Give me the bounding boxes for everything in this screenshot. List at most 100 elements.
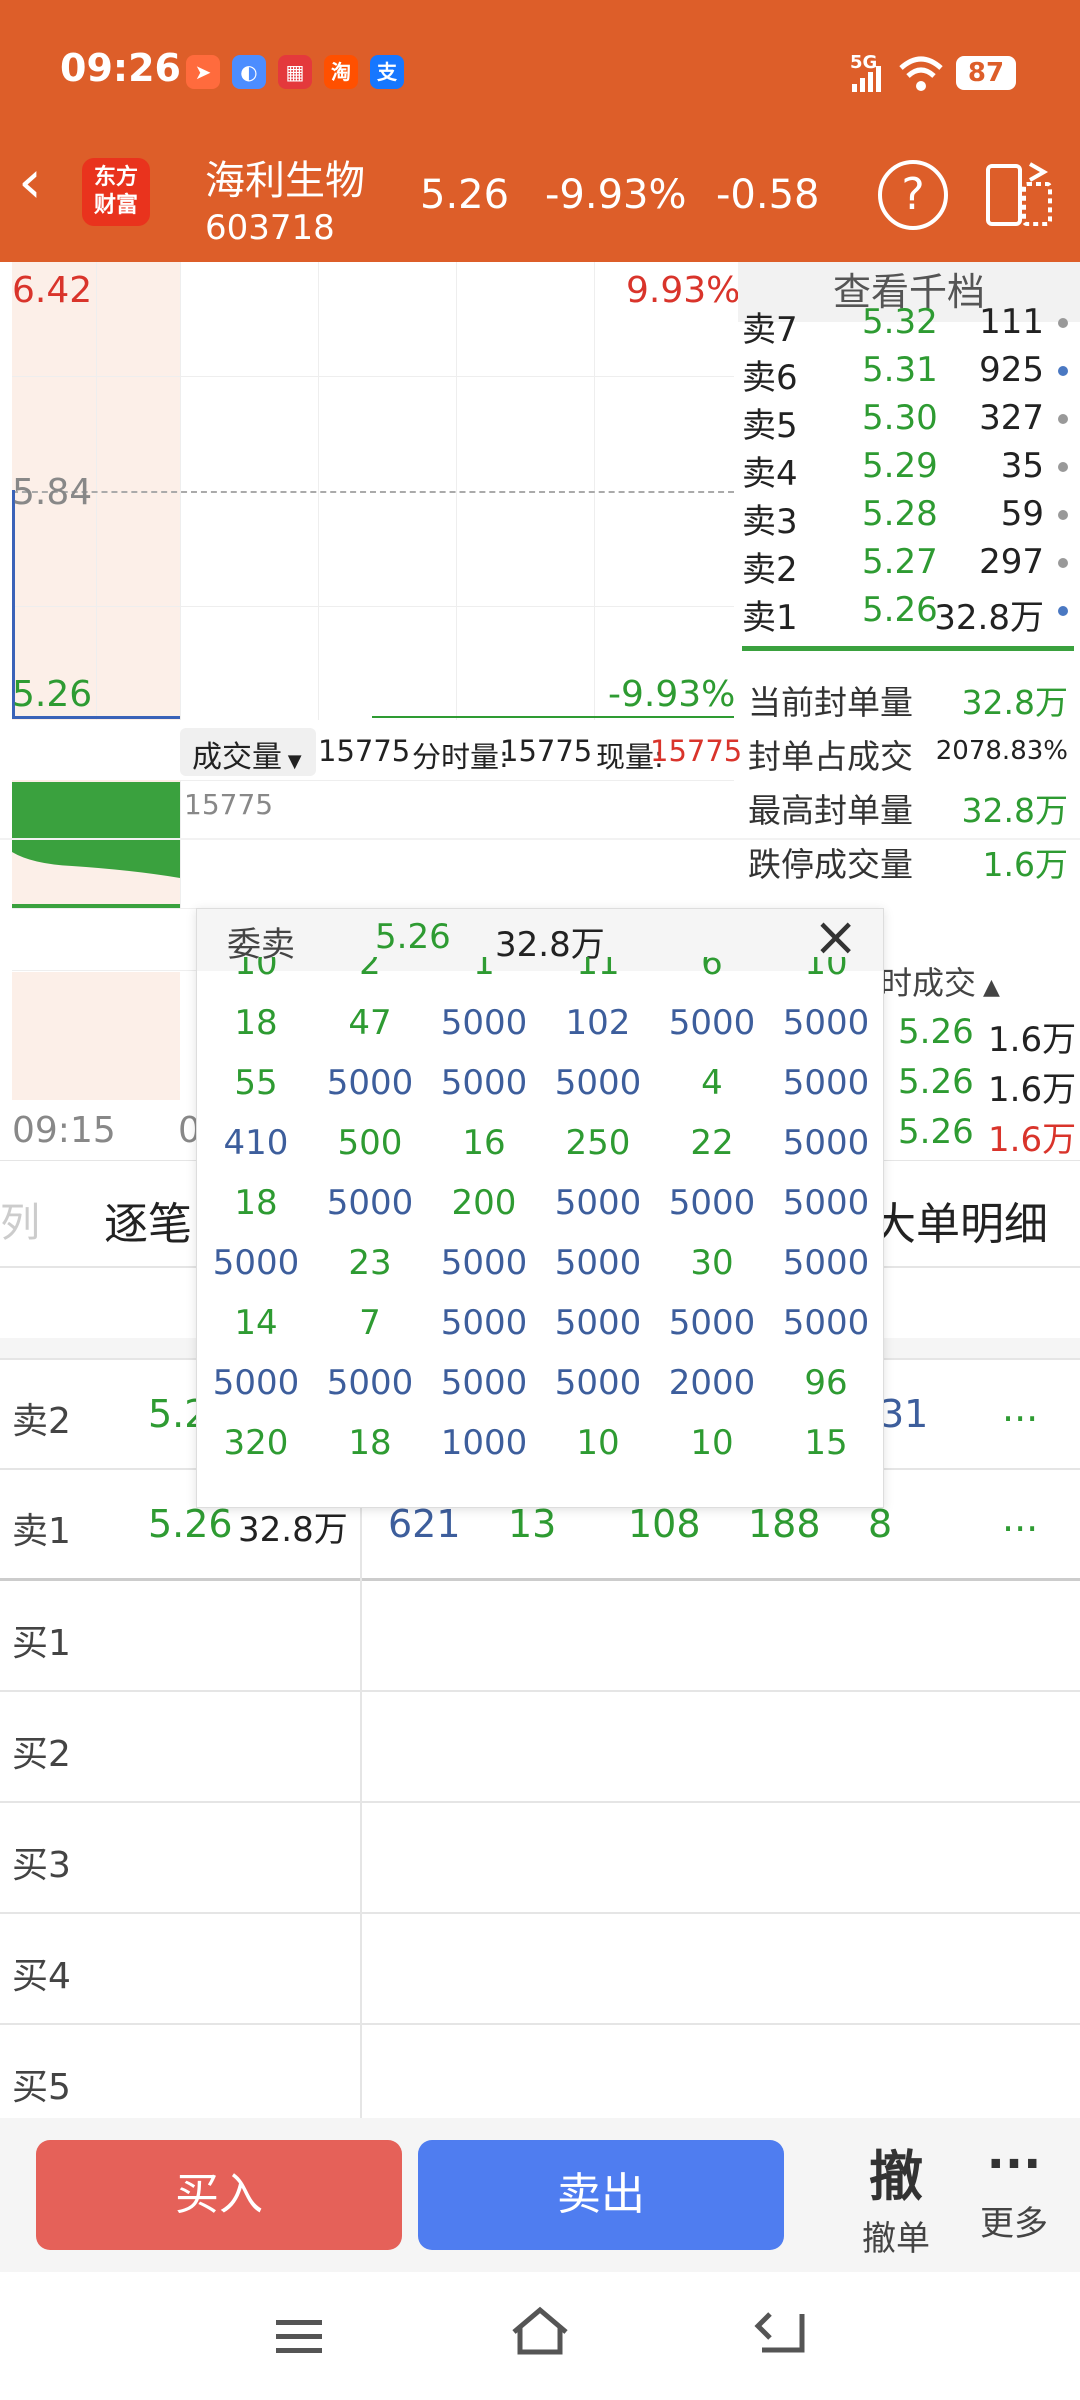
depth-sell2-more[interactable]: ... <box>1002 1386 1038 1430</box>
queue-order-cell: 11 <box>576 957 620 983</box>
order-cell: 188 <box>748 1502 821 1546</box>
menu-icon[interactable] <box>274 2316 324 2356</box>
signal-icon <box>852 66 881 92</box>
sell-level-price: 5.29 <box>862 446 938 486</box>
trade-price: 5.26 <box>898 1112 974 1152</box>
fenshi-label: 分时量: <box>412 740 509 774</box>
avg-line <box>372 716 734 718</box>
sell-level-price: 5.27 <box>862 542 938 582</box>
volume-selector[interactable]: 成交量 ▼ <box>180 728 316 776</box>
divider <box>0 1690 1080 1692</box>
depth-sell1-label: 卖1 <box>12 1511 71 1552</box>
stock-code: 603718 <box>205 208 335 248</box>
sell-row[interactable]: 卖4 5.29 35 <box>742 446 1072 494</box>
eastmoney-logo: 东方 财富 <box>82 158 150 226</box>
queue-order-cell: 23 <box>348 1243 392 1283</box>
queue-order-cell: 2000 <box>668 1363 756 1403</box>
sell-row[interactable]: 卖3 5.28 59 <box>742 494 1072 542</box>
status-dot-icon <box>1058 462 1068 472</box>
fenshi-value: 15775 <box>500 734 593 768</box>
queue-order-cell: 6 <box>701 957 723 983</box>
book-divider <box>742 646 1074 651</box>
seal-stat-value: 32.8万 <box>961 683 1068 722</box>
queue-order-cell: 22 <box>690 1123 734 1163</box>
seal-stat-label: 最高封单量 <box>748 791 913 830</box>
sell-row[interactable]: 卖6 5.31 925 <box>742 350 1072 398</box>
sell-level-label: 卖6 <box>742 358 798 398</box>
top-header: 09:26 ➤ ◐ ▦ 淘 支 5G 87 ‹ 东方 财富 海利生物 60371… <box>0 0 1080 262</box>
queue-order-cell: 5000 <box>554 1363 642 1403</box>
buy-level-label: 买5 <box>12 2067 71 2108</box>
sell-queue-popup: 委卖 5.26 32.8万 × 10 2 1 11 6 10 18 47 5000 102 5000… <box>196 908 884 1508</box>
seal-stat-row: 当前封单量 32.8万 <box>748 676 1068 722</box>
stock-name: 海利生物 <box>205 158 365 204</box>
queue-order-cell: 5000 <box>782 1243 870 1283</box>
buy-button[interactable]: 买入 <box>36 2140 402 2250</box>
trades-header-label: 时成交 <box>880 964 977 1002</box>
cancel-order-button[interactable]: 撤 撤单 <box>846 2132 946 2260</box>
queue-order-cell: 5000 <box>326 1183 414 1223</box>
taobao-icon: 淘 <box>324 55 358 89</box>
queue-order-cell: 5000 <box>440 1363 528 1403</box>
queue-order-cell: 16 <box>462 1123 506 1163</box>
queue-order-cell: 500 <box>337 1123 403 1163</box>
sell-level-price: 5.31 <box>862 350 938 390</box>
trade-price: 5.26 <box>898 1012 974 1052</box>
sell-level-price: 5.28 <box>862 494 938 534</box>
back-nav-icon[interactable] <box>754 2310 806 2356</box>
queue-order-cell: 30 <box>690 1243 734 1283</box>
logo-line1: 东方 <box>93 165 138 190</box>
sell-row[interactable]: 卖1 5.26 32.8万 <box>742 590 1072 638</box>
home-icon[interactable] <box>510 2306 570 2358</box>
status-dot-icon <box>1058 366 1068 376</box>
trades-header[interactable]: 时成交 ▲ <box>880 958 1000 1004</box>
order-cell: 108 <box>628 1502 701 1546</box>
queue-order-cell: 18 <box>234 1003 278 1043</box>
queue-order-cell: 5000 <box>668 1303 756 1343</box>
help-icon[interactable]: ? <box>878 160 948 230</box>
switch-orientation-icon[interactable] <box>984 160 1054 230</box>
status-dot-icon <box>1058 510 1068 520</box>
sell-level-label: 卖3 <box>742 502 798 542</box>
queue-order-cell: 18 <box>234 1183 278 1223</box>
more-button[interactable]: ··· 更多 <box>964 2132 1064 2245</box>
tab-dadan[interactable]: 大单明细 <box>872 1188 1048 1252</box>
status-dot-icon <box>1058 318 1068 328</box>
sell-level-label: 卖2 <box>742 550 798 590</box>
popup-grid: 10 2 1 11 6 10 18 47 5000 102 5000 5000 55 5000 5000 50… <box>197 957 883 1507</box>
queue-order-cell: 18 <box>348 1423 392 1463</box>
queue-order-cell: 5000 <box>440 1243 528 1283</box>
divider <box>0 2023 1080 2025</box>
queue-order-cell: 5000 <box>440 1003 528 1043</box>
more-label: 更多 <box>980 2204 1048 2244</box>
queue-order-cell: 10 <box>576 1423 620 1463</box>
queue-order-cell: 10 <box>234 957 278 983</box>
sell-level-label: 卖5 <box>742 406 798 446</box>
divider <box>0 1801 1080 1803</box>
back-icon[interactable]: ‹ <box>18 152 78 212</box>
sell-level-volume: 925 <box>979 350 1044 390</box>
order-cell: 621 <box>388 1502 461 1546</box>
indicator-chart-shade <box>12 972 180 1100</box>
depth-sell2-right: 31 <box>880 1392 929 1436</box>
sell-row[interactable]: 卖2 5.27 297 <box>742 542 1072 590</box>
seal-stat-row: 跌停成交量 1.6万 <box>748 838 1068 884</box>
sell-level-volume: 59 <box>1000 494 1044 534</box>
queue-order-cell: 200 <box>451 1183 517 1223</box>
depth-sell1-more[interactable]: ... <box>1002 1496 1038 1540</box>
tab-zhubi[interactable]: 逐笔 <box>104 1188 192 1252</box>
buy-level-label: 买1 <box>12 1623 71 1664</box>
trade-volume: 1.6万 <box>988 1070 1077 1110</box>
queue-order-cell: 47 <box>348 1003 392 1043</box>
tab-partial[interactable]: 列 <box>0 1190 40 1248</box>
sell-level-price: 5.30 <box>862 398 938 438</box>
cancel-label: 撤单 <box>862 2219 930 2259</box>
sell-button[interactable]: 卖出 <box>418 2140 784 2250</box>
now-value: 15775 <box>650 734 743 768</box>
sell-row[interactable]: 卖7 5.32 111 <box>742 302 1072 350</box>
queue-order-cell: 5000 <box>212 1363 300 1403</box>
sell-row[interactable]: 卖5 5.30 327 <box>742 398 1072 446</box>
trade-price: 5.26 <box>898 1062 974 1102</box>
queue-order-cell: 10 <box>690 1423 734 1463</box>
queue-order-cell: 5000 <box>554 1183 642 1223</box>
